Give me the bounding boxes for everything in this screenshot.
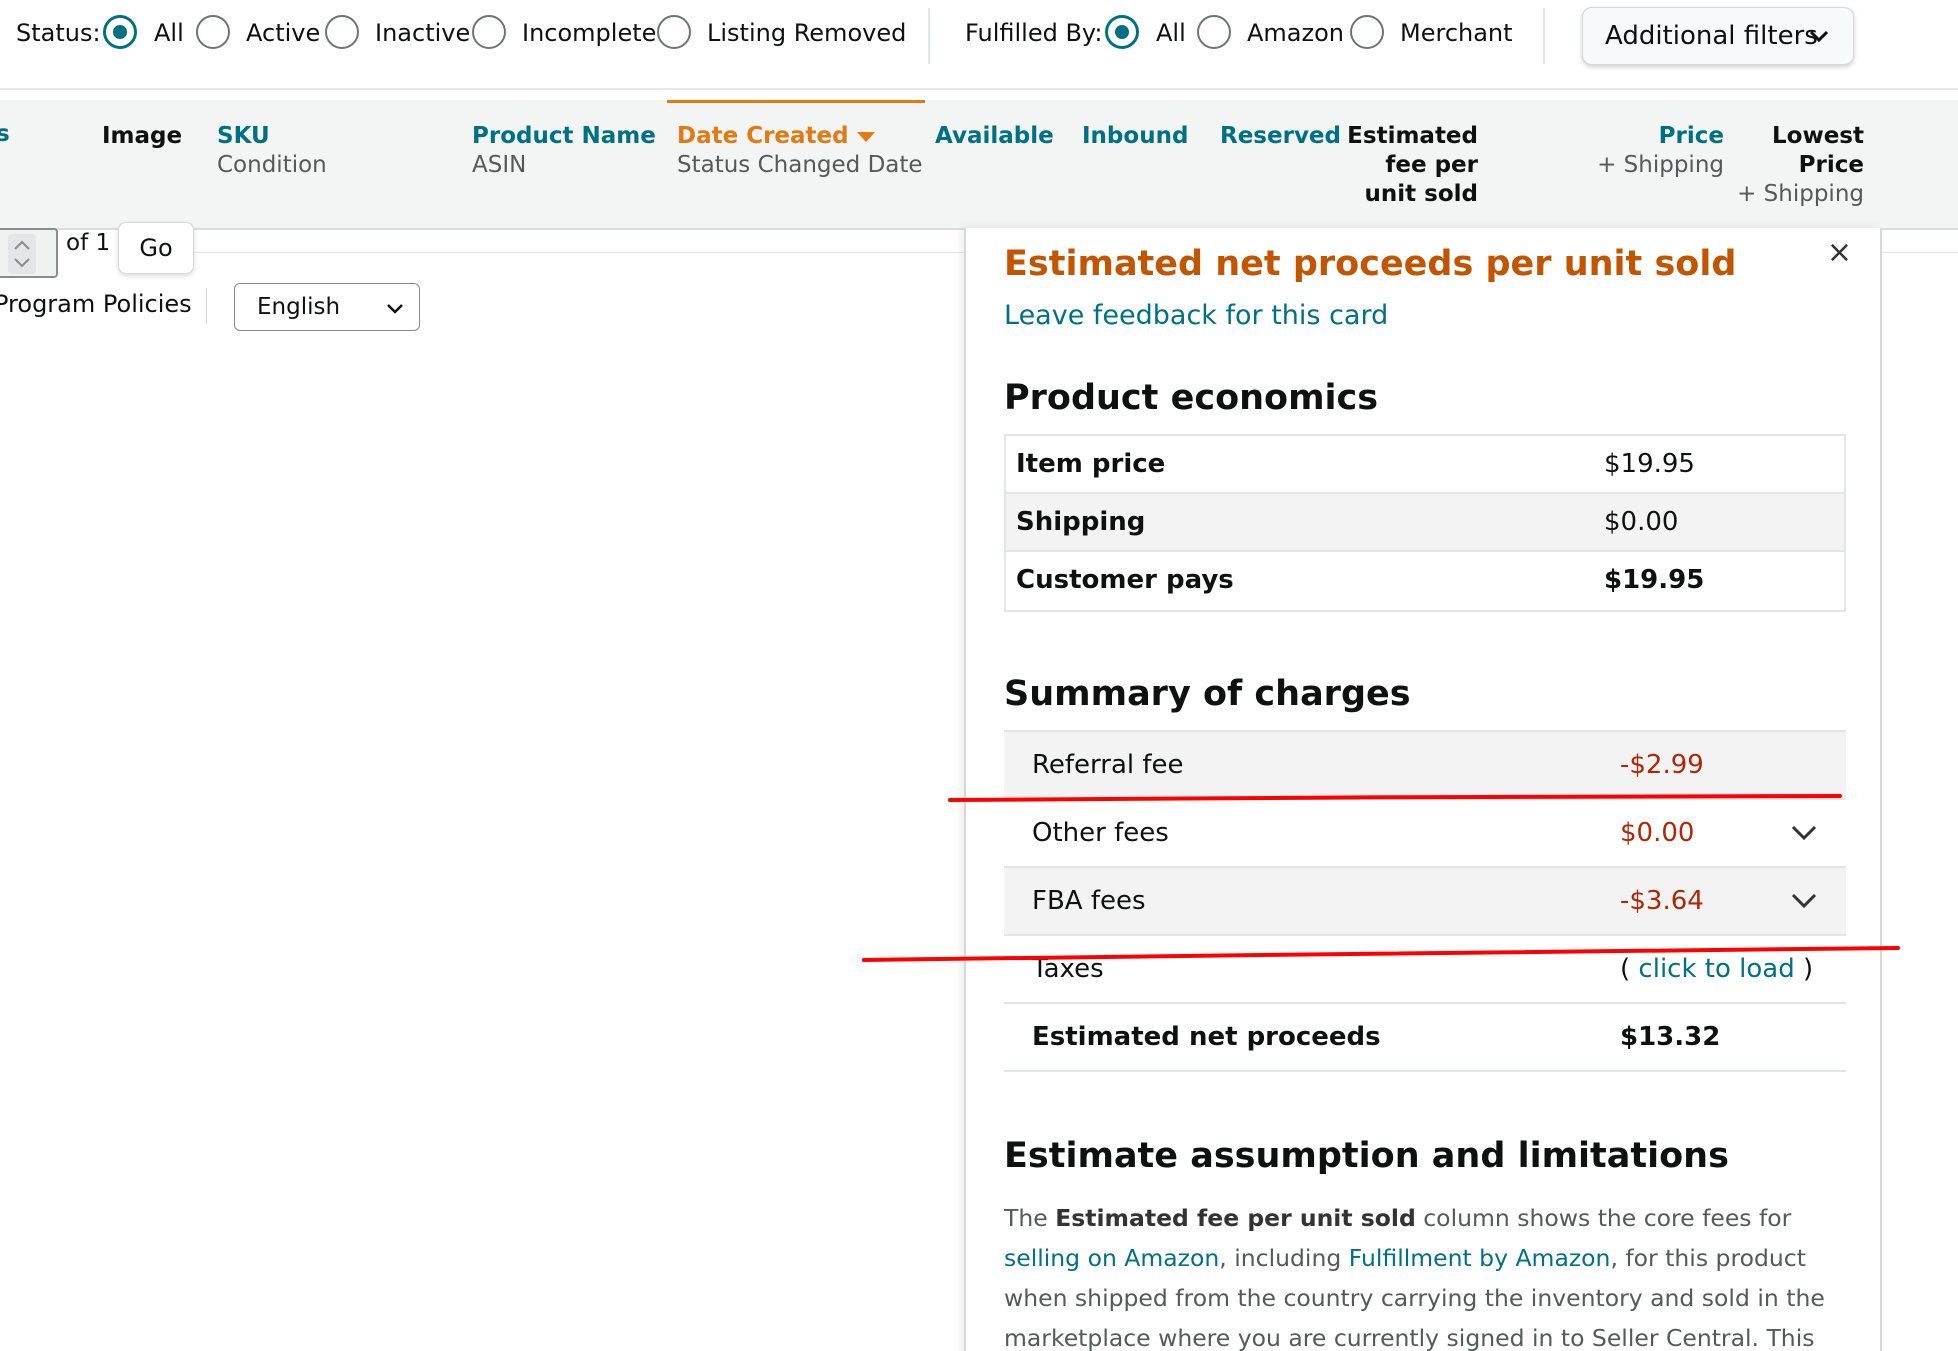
fba-fees-value: -$3.64: [1620, 886, 1704, 916]
table-row: FBA fees -$3.64: [1004, 868, 1846, 936]
taxes-label: Taxes: [1032, 954, 1104, 984]
status-inactive-radio[interactable]: [325, 15, 359, 49]
status-all-label[interactable]: All: [154, 0, 184, 66]
chevron-down-icon[interactable]: [1790, 886, 1818, 914]
table-row: Taxes ( click to load ): [1004, 936, 1846, 1004]
up-down-arrows-icon: [14, 240, 30, 268]
divider: [1880, 252, 1958, 253]
item-price-value: $19.95: [1604, 449, 1695, 479]
column-inbound[interactable]: Inbound: [1082, 122, 1188, 151]
inventory-table-header: s Image SKU Condition Product Name ASIN …: [0, 100, 1958, 230]
net-proceeds-card: × Estimated net proceeds per unit sold L…: [964, 228, 1882, 1351]
fulfilled-merchant-radio[interactable]: [1350, 15, 1384, 49]
product-economics-table: Item price $19.95 Shipping $0.00 Custome…: [1004, 434, 1846, 612]
card-title: Estimated net proceeds per unit sold: [1004, 244, 1737, 284]
click-to-load-link[interactable]: click to load: [1638, 954, 1794, 984]
filter-bar: Status: All Active Inactive Incomplete L…: [0, 0, 1958, 90]
sorted-column-indicator: [667, 100, 925, 103]
table-row: Item price $19.95: [1006, 436, 1844, 494]
language-select[interactable]: English: [234, 283, 420, 331]
column-reserved[interactable]: Reserved: [1220, 122, 1341, 151]
net-proceeds-value: $13.32: [1620, 1022, 1721, 1052]
status-active-label[interactable]: Active: [246, 0, 320, 66]
divider: [194, 252, 964, 253]
fulfilled-by-label: Fulfilled By:: [965, 19, 1103, 47]
fulfilled-amazon-radio[interactable]: [1197, 15, 1231, 49]
other-fees-label: Other fees: [1032, 818, 1169, 848]
status-label: Status:: [16, 19, 101, 47]
status-listing-removed-radio[interactable]: [657, 15, 691, 49]
fulfilled-merchant-label[interactable]: Merchant: [1400, 0, 1513, 66]
status-listing-removed-label[interactable]: Listing Removed: [707, 0, 906, 66]
column-estimated-fee: Estimated fee per unit sold: [1347, 123, 1478, 207]
filter-divider: [928, 8, 930, 64]
divider: [206, 288, 207, 324]
additional-filters-button[interactable]: Additional filters: [1582, 7, 1854, 65]
close-icon[interactable]: ×: [1827, 238, 1852, 268]
status-incomplete-radio[interactable]: [472, 15, 506, 49]
customer-pays-value: $19.95: [1604, 565, 1705, 595]
chevron-down-icon: [1809, 30, 1829, 43]
referral-fee-label: Referral fee: [1032, 750, 1184, 780]
product-economics-heading: Product economics: [1004, 378, 1379, 418]
other-fees-value: $0.00: [1620, 818, 1695, 848]
column-price[interactable]: Price + Shipping: [1580, 122, 1724, 180]
status-active-radio[interactable]: [196, 15, 230, 49]
summary-of-charges-table: Referral fee -$2.99 Other fees $0.00 FBA…: [1004, 730, 1846, 1072]
referral-fee-value: -$2.99: [1620, 750, 1704, 780]
language-value: English: [257, 294, 341, 320]
fulfilled-all-label[interactable]: All: [1156, 0, 1186, 66]
chevron-down-icon: [387, 304, 403, 314]
chevron-down-icon[interactable]: [1790, 818, 1818, 846]
status-incomplete-label[interactable]: Incomplete: [522, 0, 656, 66]
assumptions-heading: Estimate assumption and limitations: [1004, 1136, 1729, 1176]
filter-divider: [1543, 8, 1545, 64]
column-sku[interactable]: SKU Condition: [217, 122, 327, 180]
sort-descending-icon: [856, 131, 875, 142]
table-row: Other fees $0.00: [1004, 800, 1846, 868]
assumptions-text: The Estimated fee per unit sold column s…: [1004, 1204, 1825, 1351]
page-number-stepper[interactable]: [0, 228, 58, 278]
status-all-radio[interactable]: [103, 15, 137, 49]
fulfilled-amazon-label[interactable]: Amazon: [1247, 0, 1344, 66]
fulfillment-by-amazon-link[interactable]: Fulfillment by Amazon: [1349, 1244, 1611, 1272]
table-row: Shipping $0.00: [1006, 494, 1844, 552]
page-count: of 1: [66, 230, 111, 256]
table-row: Estimated net proceeds $13.32: [1004, 1004, 1846, 1072]
fba-fees-label: FBA fees: [1032, 886, 1146, 916]
fulfilled-all-radio[interactable]: [1105, 15, 1139, 49]
go-button[interactable]: Go: [118, 222, 194, 274]
additional-filters-label: Additional filters: [1605, 21, 1818, 51]
taxes-value: ( click to load ): [1620, 954, 1814, 984]
shipping-value: $0.00: [1604, 507, 1679, 537]
customer-pays-label: Customer pays: [1016, 565, 1234, 595]
status-inactive-label[interactable]: Inactive: [375, 0, 470, 66]
program-policies-link[interactable]: Program Policies: [0, 290, 192, 318]
column-edge-marker: s: [0, 121, 10, 147]
column-product-name[interactable]: Product Name ASIN: [472, 122, 656, 180]
item-price-label: Item price: [1016, 449, 1166, 479]
table-row: Customer pays $19.95: [1006, 552, 1844, 610]
summary-of-charges-heading: Summary of charges: [1004, 674, 1411, 714]
shipping-label: Shipping: [1016, 507, 1146, 537]
table-row: Referral fee -$2.99: [1004, 732, 1846, 800]
stepper-arrows[interactable]: [8, 234, 36, 274]
leave-feedback-link[interactable]: Leave feedback for this card: [1004, 300, 1388, 331]
column-date-created[interactable]: Date Created Status Changed Date: [677, 122, 923, 180]
net-proceeds-label: Estimated net proceeds: [1032, 1022, 1381, 1052]
column-image: Image: [102, 123, 183, 149]
column-lowest-price: Lowest Price + Shipping: [1737, 123, 1864, 207]
selling-on-amazon-link[interactable]: selling on Amazon: [1004, 1244, 1219, 1272]
column-available[interactable]: Available: [935, 122, 1054, 151]
